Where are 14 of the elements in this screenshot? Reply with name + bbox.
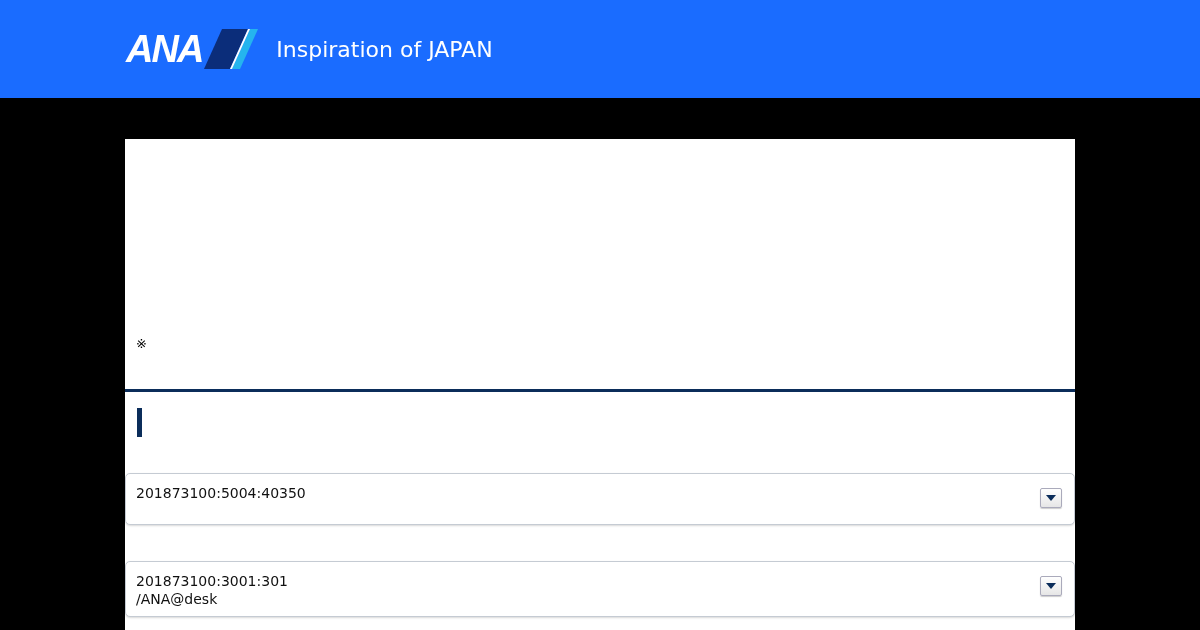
dropdown-field[interactable]: 201873100:3001:301 /ANA@desk <box>125 561 1075 617</box>
dropdown-text: 201873100:3001:301 <box>136 572 288 590</box>
tagline: Inspiration of JAPAN <box>276 36 493 62</box>
note-mark: ※ <box>136 336 147 351</box>
stripes-icon <box>204 29 259 69</box>
heading-accent-bar <box>137 408 142 437</box>
dropdown-text: 201873100:5004:40350 <box>136 484 306 502</box>
caret-icon <box>1046 583 1056 589</box>
dropdown-field[interactable]: 201873100:5004:40350 <box>125 473 1075 525</box>
caret-icon <box>1046 495 1056 501</box>
dropdown-text: /ANA@desk <box>136 590 219 608</box>
dropdown-button[interactable] <box>1040 488 1062 508</box>
logo-text: ANA <box>126 30 203 68</box>
dropdown-button[interactable] <box>1040 576 1062 596</box>
